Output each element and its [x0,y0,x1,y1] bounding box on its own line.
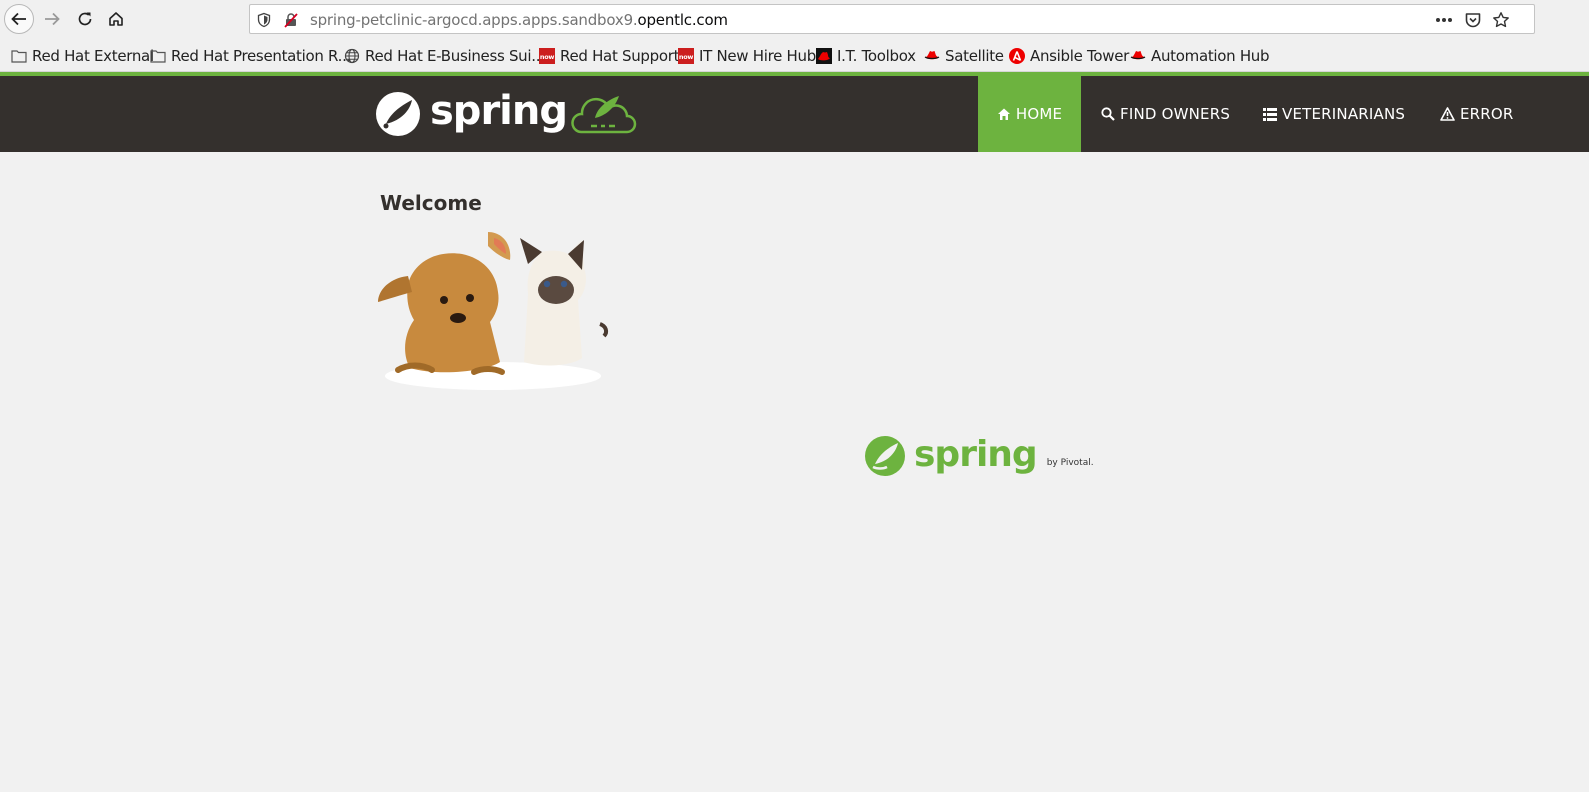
redhat-hat-icon [1130,48,1146,64]
footer-spring-logo: spring by Pivotal. [864,433,1094,477]
bookmark-item[interactable]: Red Hat External [11,46,154,66]
bookmarks-bar: Red Hat External Red Hat Presentation R.… [0,38,1589,72]
bookmark-label: IT New Hire Hub [699,47,816,65]
spring-leaf-icon [865,436,905,476]
nav-label: HOME [1015,105,1063,123]
cloud-leaf-icon [571,96,637,134]
page-title: Welcome [380,191,482,215]
redhat-icon [816,48,832,64]
back-button[interactable] [4,4,34,34]
bookmark-item[interactable]: Satellite [924,46,1004,66]
spring-logo[interactable]: spring [374,86,637,142]
bookmark-label: Red Hat Presentation R... [171,47,352,65]
bookmark-label: I.T. Toolbox [837,47,916,65]
pets-image [378,232,609,390]
site-navbar: spring HOME FIND OWNERS VETERINARIANS ER… [0,76,1589,152]
bookmark-item[interactable]: Red Hat Presentation R... [150,46,351,66]
nav-home[interactable]: HOME [978,76,1081,152]
nav-error[interactable]: ERROR [1440,76,1514,152]
footer-logo-text: spring [914,433,1038,475]
globe-icon [344,48,360,64]
url-prefix: spring-petclinic-argocd.apps.apps.sandbo… [310,11,638,29]
bookmark-label: Automation Hub [1151,47,1270,65]
nav-label: FIND OWNERS [1120,105,1231,123]
ansible-icon [1009,48,1025,64]
arrow-left-icon [11,12,26,26]
reload-button[interactable] [70,4,100,34]
footer-pivotal-text: by Pivotal. [1046,458,1094,468]
browser-toolbar: spring-petclinic-argocd.apps.apps.sandbo… [0,0,1589,38]
bookmark-item[interactable]: now IT New Hire Hub [678,46,816,66]
pocket-icon[interactable] [1464,11,1482,29]
home-icon [109,12,123,26]
warning-icon [1440,107,1455,121]
redhat-hat-icon [924,48,940,64]
nav-veterinarians[interactable]: VETERINARIANS [1263,76,1405,152]
bookmark-label: Satellite [945,47,1004,65]
url-text[interactable]: spring-petclinic-argocd.apps.apps.sandbo… [310,11,728,29]
nav-label: VETERINARIANS [1282,105,1406,123]
bookmark-label: Red Hat E-Business Sui... [365,47,545,65]
bookmark-item[interactable]: now Red Hat Support [539,46,679,66]
home-icon [997,107,1011,121]
search-icon [1101,107,1115,121]
bookmark-item[interactable]: Ansible Tower [1009,46,1129,66]
url-bar[interactable]: spring-petclinic-argocd.apps.apps.sandbo… [249,4,1535,34]
shield-icon[interactable] [256,12,272,28]
bookmark-item[interactable]: I.T. Toolbox [816,46,916,66]
logo-text: spring [430,88,568,134]
servicenow-icon: now [539,48,555,64]
arrow-right-icon [45,12,60,26]
servicenow-icon: now [678,48,694,64]
bookmark-label: Red Hat Support [560,47,680,65]
nav-label: ERROR [1460,105,1514,123]
folder-icon [150,48,166,64]
list-icon [1263,107,1277,121]
spring-leaf-icon [376,92,420,136]
svg-text:now: now [679,53,693,61]
bookmark-label: Red Hat External [32,47,154,65]
forward-button[interactable] [37,4,67,34]
bookmark-star-icon[interactable] [1492,11,1510,29]
bookmark-item[interactable]: Red Hat E-Business Sui... [344,46,545,66]
reload-icon [78,12,92,26]
bookmark-label: Ansible Tower [1030,47,1129,65]
nav-find-owners[interactable]: FIND OWNERS [1101,76,1230,152]
more-actions-icon[interactable] [1435,17,1453,23]
folder-icon [11,48,27,64]
insecure-lock-icon[interactable] [283,12,299,28]
bookmark-item[interactable]: Automation Hub [1130,46,1270,66]
url-domain: opentlc.com [637,11,729,29]
svg-text:now: now [540,53,554,61]
home-button[interactable] [101,4,131,34]
